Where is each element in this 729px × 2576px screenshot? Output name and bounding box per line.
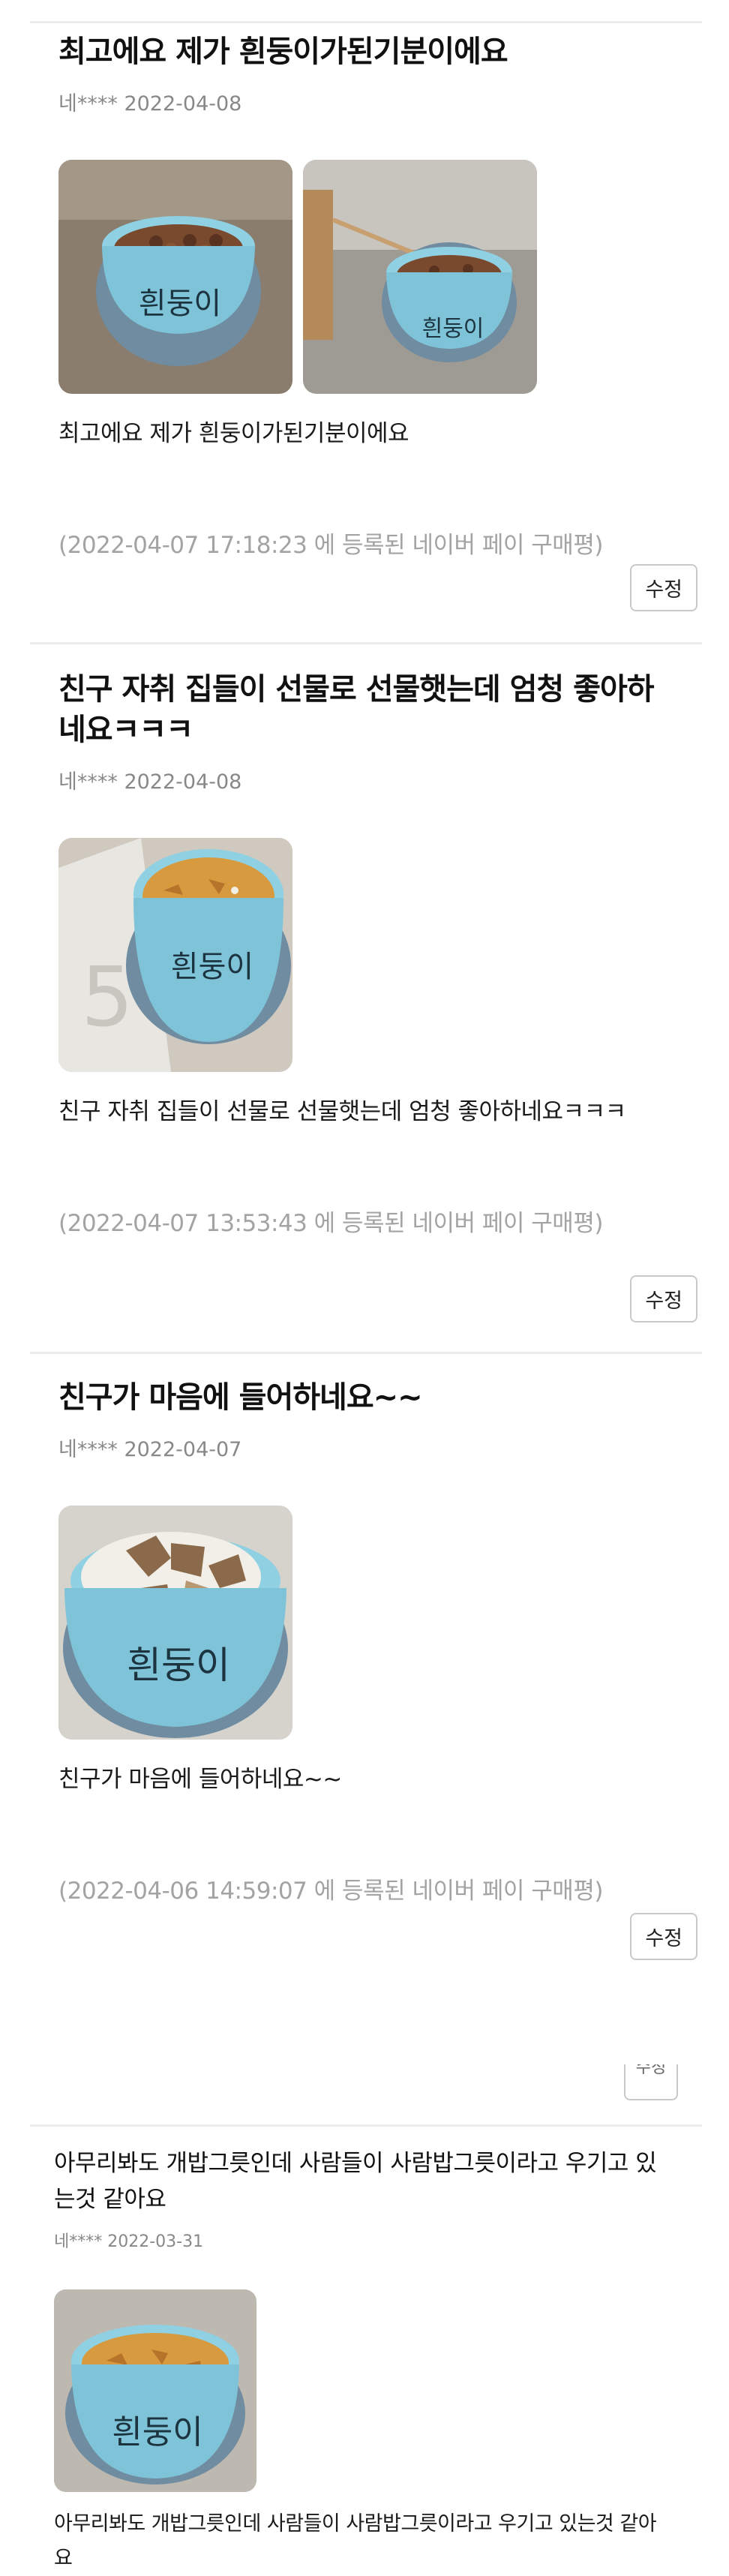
- review-item: 친구 자취 집들이 선물로 선물햇는데 엄청 좋아하네요ㅋㅋㅋ 네**** 20…: [58, 669, 674, 1238]
- review-title: 친구가 마음에 들어하네요~~: [58, 1380, 423, 1415]
- review-photo[interactable]: 5 흰둥이: [58, 838, 292, 1072]
- review-title: 친구 자취 집들이 선물로 선물햇는데 엄청 좋아하네요ㅋㅋㅋ: [58, 672, 655, 747]
- edit-button[interactable]: 수정: [630, 564, 698, 611]
- review-item: 친구가 마음에 들어하네요~~ 네**** 2022-04-07 흰둥이 친구가…: [58, 1377, 674, 1905]
- review-photos: 흰둥이 흰둥이: [58, 160, 674, 394]
- review-meta: 네**** 2022-04-08: [58, 765, 674, 794]
- review-date: 2022-04-08: [124, 92, 242, 116]
- review-date: 2022-04-08: [124, 770, 242, 794]
- review-date: 2022-03-31: [107, 2232, 204, 2251]
- review-item: 최고에요 제가 흰둥이가된기분이에요 네**** 2022-04-08 흰둥이: [58, 32, 674, 560]
- review-date: 2022-04-07: [124, 1438, 242, 1461]
- review-divider: [30, 1352, 702, 1354]
- review-photos: 5 흰둥이: [58, 838, 674, 1072]
- review-author: 네****: [54, 2232, 103, 2251]
- edit-button-cropped[interactable]: 수정: [624, 2064, 678, 2100]
- bowl-label: 흰둥이: [422, 316, 484, 342]
- review-photos: 흰둥이: [58, 1506, 674, 1740]
- bowl-label: 흰둥이: [171, 950, 254, 984]
- purchase-note: (2022-04-07 13:53:43 에 등록된 네이버 페이 구매평): [58, 1210, 603, 1237]
- review-meta: 네**** 2022-04-07: [58, 1433, 674, 1462]
- review-photo[interactable]: 흰둥이: [54, 2289, 256, 2492]
- review-meta: 네**** 2022-03-31: [54, 2228, 669, 2252]
- review-author: 네****: [58, 1438, 118, 1461]
- review-meta: 네**** 2022-04-08: [58, 87, 674, 116]
- edit-button[interactable]: 수정: [630, 1913, 698, 1960]
- review-title: 아무리봐도 개밥그릇인데 사람들이 사람밥그릇이라고 우기고 있는것 같아요: [54, 2150, 657, 2213]
- bowl-label: 흰둥이: [112, 2413, 202, 2451]
- bowl-label: 흰둥이: [139, 287, 221, 321]
- review-author: 네****: [58, 770, 118, 794]
- review-divider: [30, 642, 702, 644]
- purchase-note: (2022-04-07 17:18:23 에 등록된 네이버 페이 구매평): [58, 532, 603, 559]
- review-author: 네****: [58, 92, 118, 116]
- bowl-label: 흰둥이: [127, 1644, 230, 1687]
- review-photo[interactable]: 흰둥이: [303, 160, 537, 394]
- edit-button[interactable]: 수정: [630, 1275, 698, 1323]
- review-photos: 흰둥이: [54, 2289, 669, 2492]
- svg-text:5: 5: [81, 949, 134, 1045]
- review-body: 친구 자취 집들이 선물로 선물햇는데 엄청 좋아하네요ㅋㅋㅋ: [58, 1098, 626, 1125]
- purchase-note: (2022-04-06 14:59:07 에 등록된 네이버 페이 구매평): [58, 1878, 603, 1905]
- top-divider: [30, 21, 702, 23]
- review-body: 최고에요 제가 흰둥이가된기분이에요: [58, 420, 410, 447]
- review-item: 아무리봐도 개밥그릇인데 사람들이 사람밥그릇이라고 우기고 있는것 같아요 네…: [54, 2145, 669, 2576]
- review-title: 최고에요 제가 흰둥이가된기분이에요: [58, 35, 508, 69]
- review-photo[interactable]: 흰둥이: [58, 1506, 292, 1740]
- review-photo[interactable]: 흰둥이: [58, 160, 292, 394]
- review-body: 친구가 마음에 들어하네요~~: [58, 1766, 342, 1793]
- review-body: 아무리봐도 개밥그릇인데 사람들이 사람밥그릇이라고 우기고 있는것 같아요: [54, 2512, 657, 2570]
- review-divider: [30, 2124, 702, 2127]
